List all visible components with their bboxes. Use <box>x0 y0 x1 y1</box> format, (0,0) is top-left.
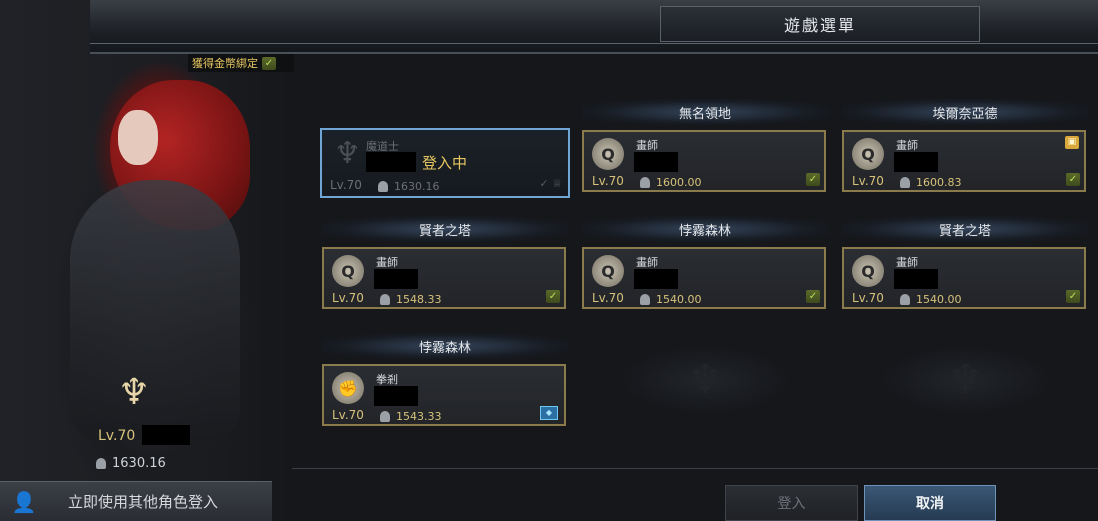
divider <box>292 468 1098 469</box>
gift-icon: ▣ <box>1065 136 1079 149</box>
character-gear-score: 1540.00 <box>900 293 962 306</box>
character-name-redacted <box>894 269 938 289</box>
empty-slot-emblem: ♆ <box>620 345 790 415</box>
gear-score-value: 1600.00 <box>656 176 702 189</box>
character-gear-score: 1548.33 <box>380 293 442 306</box>
character-level: Lv.70 <box>332 291 364 305</box>
character-card-selected[interactable]: ♆ 魔道士 登入中 Lv.70 1630.16 ✓ ♕ <box>320 128 570 198</box>
character-class: 畫師 <box>896 139 918 152</box>
crystal-icon: ◆ <box>540 406 558 420</box>
gear-score-value: 1630.16 <box>394 180 440 193</box>
active-level: Lv.70 <box>98 428 136 444</box>
trident-icon: ♆ <box>334 136 361 171</box>
fist-icon: ✊ <box>332 372 364 404</box>
active-gear-score: 1630.16 <box>96 456 166 471</box>
character-name-redacted <box>634 152 678 172</box>
helmet-icon <box>380 411 390 422</box>
bound-gold-text: 獲得金幣綁定 <box>192 57 258 70</box>
portrait-armor <box>70 180 240 440</box>
check-icon: ✓ <box>546 290 560 303</box>
switch-character-button[interactable]: 👤 立即使用其他角色登入 <box>0 481 272 521</box>
group-header: 悖霧森林 <box>582 216 828 242</box>
group-header: 無名領地 <box>582 99 828 125</box>
character-class: 畫師 <box>896 256 918 269</box>
login-button[interactable]: 登入 <box>725 485 858 521</box>
character-class: 拳剎 <box>376 373 398 386</box>
character-card[interactable]: Q 畫師 Lv.70 1540.00 ✓ <box>842 247 1086 309</box>
switch-character-label: 立即使用其他角色登入 <box>68 493 219 511</box>
character-level: Lv.70 <box>592 291 624 305</box>
character-name-redacted <box>374 269 418 289</box>
check-icon: ✓ <box>262 56 276 70</box>
artist-icon: Q <box>852 138 884 170</box>
login-status: 登入中 <box>422 154 468 172</box>
empty-slot-emblem: ♆ <box>880 345 1050 415</box>
group-header: 悖霧森林 <box>322 333 568 359</box>
character-name-redacted <box>366 152 416 172</box>
crown-icon: ✓ ♕ <box>539 177 562 190</box>
gear-score-value: 1543.33 <box>396 410 442 423</box>
character-level: Lv.70 <box>332 408 364 422</box>
artist-icon: Q <box>332 255 364 287</box>
cancel-button[interactable]: 取消 <box>864 485 996 521</box>
user-switch-icon: 👤 <box>11 489 37 514</box>
gear-score-value: 1540.00 <box>916 293 962 306</box>
character-level: Lv.70 <box>592 174 624 188</box>
character-gear-score: 1600.00 <box>640 176 702 189</box>
helmet-icon <box>640 177 650 188</box>
character-card[interactable]: Q 畫師 ▣ Lv.70 1600.83 ✓ <box>842 130 1086 192</box>
active-gear-score-value: 1630.16 <box>112 456 166 471</box>
trident-icon: ♆ <box>117 372 151 413</box>
bound-gold-label: 獲得金幣綁定 ✓ <box>188 54 294 72</box>
check-icon: ✓ <box>806 173 820 186</box>
character-card[interactable]: Q 畫師 Lv.70 1540.00 ✓ <box>582 247 826 309</box>
artist-icon: Q <box>852 255 884 287</box>
window-title: 遊戲選單 <box>660 6 980 42</box>
helmet-icon <box>900 294 910 305</box>
character-card[interactable]: Q 畫師 Lv.70 1548.33 ✓ <box>322 247 566 309</box>
check-icon: ✓ <box>806 290 820 303</box>
character-level: Lv.70 <box>852 291 884 305</box>
helmet-icon <box>380 294 390 305</box>
character-class: 畫師 <box>636 139 658 152</box>
check-icon: ✓ <box>1066 290 1080 303</box>
character-class: 畫師 <box>636 256 658 269</box>
character-gear-score: 1600.83 <box>900 176 962 189</box>
character-gear-score: 1540.00 <box>640 293 702 306</box>
helmet-icon <box>96 458 106 469</box>
character-level: Lv.70 <box>852 174 884 188</box>
helmet-icon <box>900 177 910 188</box>
character-name-redacted <box>634 269 678 289</box>
character-name-redacted <box>894 152 938 172</box>
group-header: 賢者之塔 <box>842 216 1088 242</box>
helmet-icon <box>640 294 650 305</box>
gear-score-value: 1548.33 <box>396 293 442 306</box>
portrait-face <box>118 110 158 165</box>
artist-icon: Q <box>592 138 624 170</box>
character-gear-score: 1543.33 <box>380 410 442 423</box>
gear-score-value: 1600.83 <box>916 176 962 189</box>
character-level: Lv.70 <box>330 178 362 192</box>
character-name-redacted <box>374 386 418 406</box>
character-card[interactable]: Q 畫師 Lv.70 1600.00 ✓ <box>582 130 826 192</box>
active-name-redacted <box>142 425 190 445</box>
artist-icon: Q <box>592 255 624 287</box>
group-header: 賢者之塔 <box>322 216 568 242</box>
gear-score-value: 1540.00 <box>656 293 702 306</box>
group-header: 埃爾奈亞德 <box>842 99 1088 125</box>
helmet-icon <box>378 181 388 192</box>
character-class: 畫師 <box>376 256 398 269</box>
character-gear-score: 1630.16 <box>378 180 440 193</box>
character-card[interactable]: ✊ 拳剎 Lv.70 1543.33 ◆ <box>322 364 566 426</box>
check-icon: ✓ <box>1066 173 1080 186</box>
